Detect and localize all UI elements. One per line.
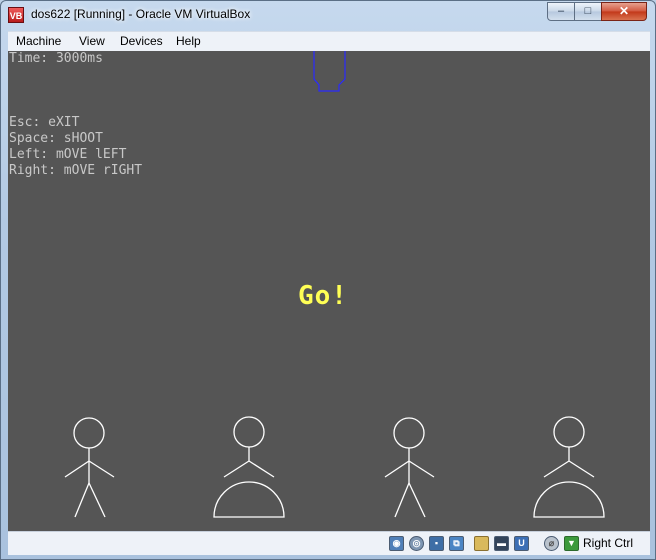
target-figure-4 [533,416,605,518]
optical-drive-icon[interactable]: ◎ [409,536,424,551]
menu-help[interactable]: Help [176,34,201,48]
network-icon[interactable]: ⧉ [449,536,464,551]
title-bar[interactable]: VB dos622 [Running] - Oracle VM VirtualB… [1,1,655,29]
target-figure-3 [384,417,435,518]
player-ship [313,51,346,92]
host-key-label: Right Ctrl [583,536,634,550]
virtualbox-icon[interactable]: VB [8,7,24,23]
menu-bar: Machine View Devices Help [8,31,650,52]
usb-icon[interactable]: U [514,536,529,551]
shared-folders-icon[interactable] [474,536,489,551]
game-canvas [64,51,605,518]
close-button[interactable]: ✕ [601,2,647,21]
maximize-button[interactable]: □ [574,2,602,21]
floppy-icon[interactable]: ▪ [429,536,444,551]
mouse-integration-icon[interactable]: ⌀ [544,536,559,551]
virtualbox-window: VB dos622 [Running] - Oracle VM VirtualB… [0,0,656,560]
hard-disk-icon[interactable]: ◉ [389,536,404,551]
status-bar: ◉ ◎ ▪ ⧉ ▬ U ⌀ ▼ Right Ctrl [8,531,650,555]
keyboard-capture-icon[interactable]: ▼ [564,536,579,551]
display-icon[interactable]: ▬ [494,536,509,551]
menu-view[interactable]: View [79,34,105,48]
guest-screen[interactable]: Time: 3000ms Esc: eXIT Space: sHOOT Left… [8,51,650,531]
target-figure-2 [213,416,285,518]
window-title: dos622 [Running] - Oracle VM VirtualBox [31,7,251,21]
menu-machine[interactable]: Machine [16,34,61,48]
menu-devices[interactable]: Devices [120,34,163,48]
minimize-button[interactable]: – [547,2,575,21]
target-figure-1 [64,417,115,518]
